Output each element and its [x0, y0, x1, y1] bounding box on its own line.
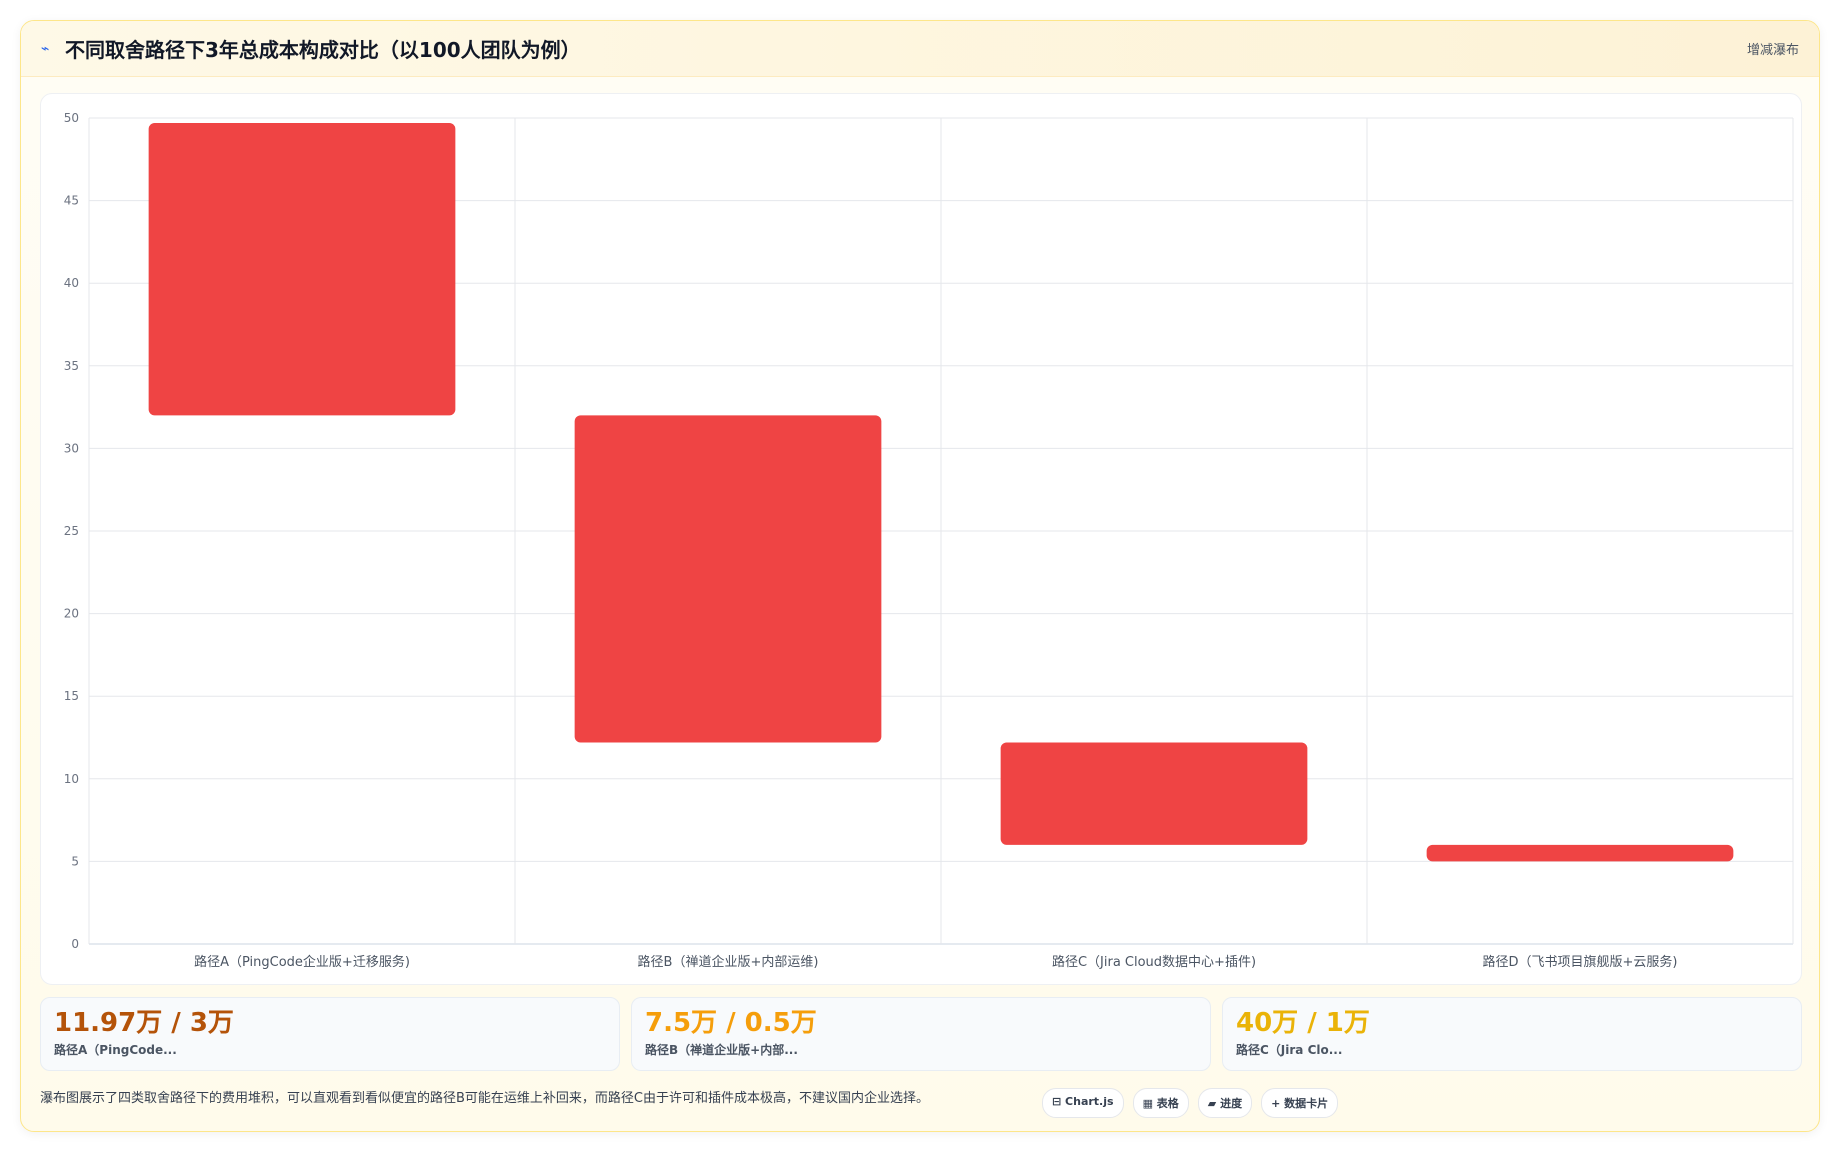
stat-label: 路径C（Jira Clo... — [1236, 1043, 1343, 1057]
y-tick-label: 10 — [64, 772, 79, 786]
waterfall-chart: 0 5 10 15 20 25 30 35 40 45 50 路径A（PingCode企业版+迁移服务… — [64, 111, 1794, 970]
stat-card: 7.5万 / 0.5万 路径B（禅道企业版+内部... — [631, 997, 1211, 1071]
waterfall-bar — [574, 415, 882, 743]
y-tick-label: 15 — [64, 689, 79, 703]
title-wrap: ⌁ 不同取舍路径下3年总成本构成对比（以100人团队为例） — [41, 34, 581, 63]
stat-value: 7.5万 / 0.5万 — [645, 1008, 817, 1038]
stat-card: 11.97万 / 3万 路径A（PingCode... — [40, 997, 620, 1071]
chart-description: 瀑布图展示了四类取舍路径下的费用堆积，可以直观看到看似便宜的路径B可能在运维上补… — [40, 1090, 929, 1106]
stat-label: 路径A（PingCode... — [54, 1043, 177, 1057]
waterfall-toggle[interactable]: 增减瀑布 — [1747, 39, 1799, 58]
stat-card: 40万 / 1万 路径C（Jira Clo... — [1222, 997, 1802, 1071]
stat-cards: 11.97万 / 3万 路径A（PingCode... 7.5万 / 0.5万 … — [40, 997, 1802, 1071]
chip-chartjs[interactable]: ⊟ Chart.js — [1042, 1088, 1124, 1118]
y-tick-label: 0 — [71, 937, 79, 951]
x-tick-label: 路径B（禅道企业版+内部运维) — [638, 954, 819, 970]
waterfall-bar — [148, 122, 456, 416]
y-tick-label: 45 — [64, 194, 79, 208]
y-tick-label: 35 — [64, 359, 79, 373]
x-tick-label: 路径A（PingCode企业版+迁移服务) — [194, 954, 410, 970]
x-tick-label: 路径D（飞书项目旗舰版+云服务) — [1483, 954, 1678, 970]
chip-data-card[interactable]: + 数据卡片 — [1261, 1088, 1339, 1118]
y-tick-label: 30 — [64, 441, 79, 455]
y-tick-label: 25 — [64, 524, 79, 538]
tool-chips: ⊟ Chart.js ▦ 表格 ▰ 进度 + 数据卡片 — [1042, 1088, 1339, 1118]
trend-icon: ⌁ — [41, 40, 50, 57]
stat-value: 11.97万 / 3万 — [54, 1008, 234, 1038]
chart-panel: 0 5 10 15 20 25 30 35 40 45 50 路径A（PingCode企业版+迁移服务… — [40, 93, 1802, 985]
waterfall-bar — [1426, 844, 1734, 862]
y-tick-label: 40 — [64, 276, 79, 290]
chip-table[interactable]: ▦ 表格 — [1132, 1088, 1189, 1118]
y-tick-label: 50 — [64, 111, 79, 125]
footer: 瀑布图展示了四类取舍路径下的费用堆积，可以直观看到看似便宜的路径B可能在运维上补… — [40, 1083, 1802, 1123]
stat-label: 路径B（禅道企业版+内部... — [645, 1043, 798, 1057]
y-tick-label: 5 — [71, 854, 79, 868]
chart-card: ⌁ 不同取舍路径下3年总成本构成对比（以100人团队为例） 增减瀑布 0 5 10 1… — [20, 20, 1820, 1132]
card-header: ⌁ 不同取舍路径下3年总成本构成对比（以100人团队为例） 增减瀑布 — [21, 21, 1819, 77]
page-title: 不同取舍路径下3年总成本构成对比（以100人团队为例） — [65, 38, 581, 62]
x-tick-label: 路径C（Jira Cloud数据中心+插件) — [1052, 954, 1256, 970]
y-tick-label: 20 — [64, 607, 79, 621]
chip-progress[interactable]: ▰ 进度 — [1197, 1088, 1253, 1118]
waterfall-bar — [1000, 742, 1308, 845]
stat-value: 40万 / 1万 — [1236, 1008, 1370, 1038]
